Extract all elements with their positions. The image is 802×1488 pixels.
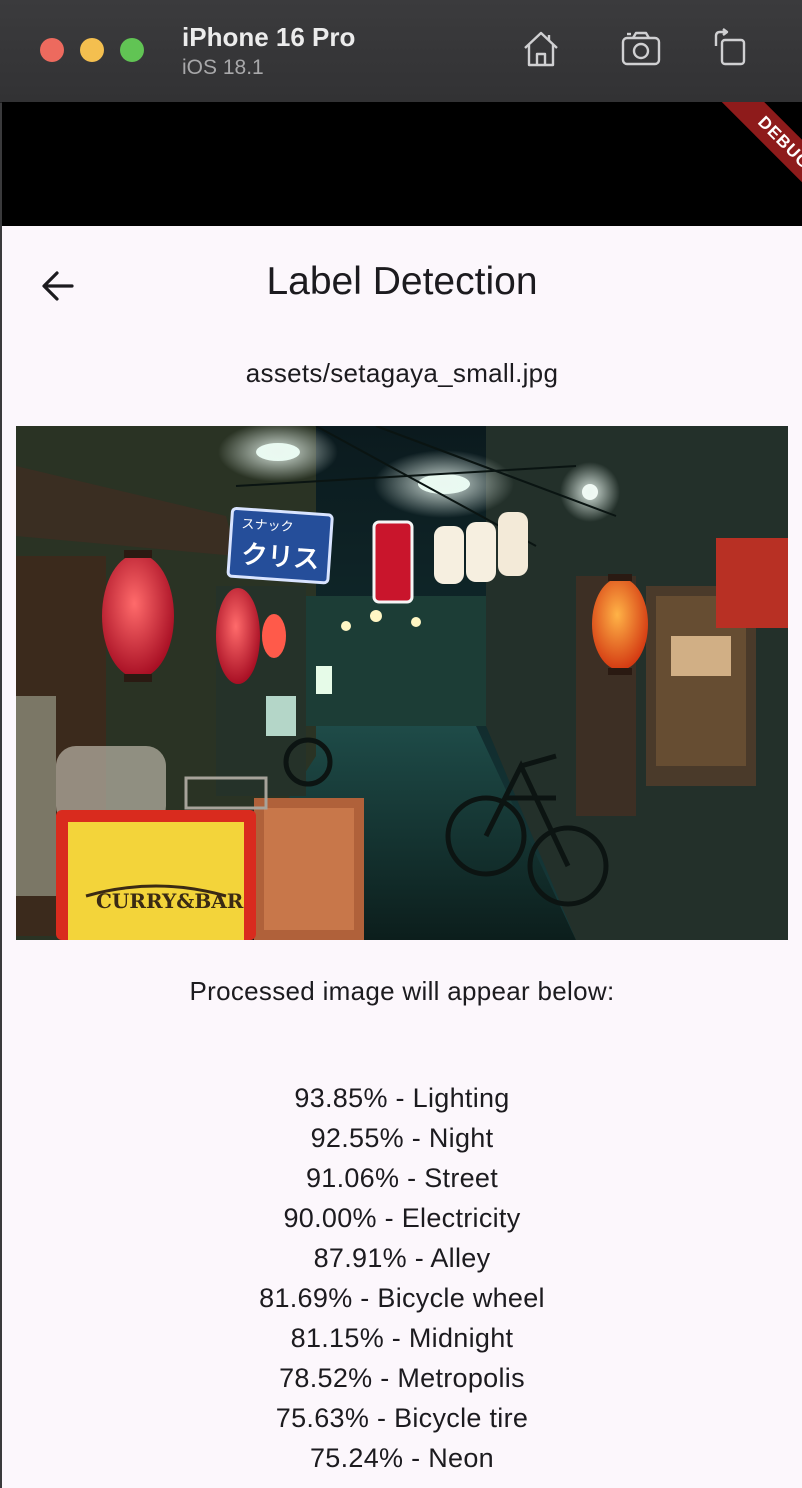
processed-image-label: Processed image will appear below: [189, 976, 615, 1006]
sign-blue-main: クリス [240, 540, 320, 575]
sign-yellow: CURRY&BAR [96, 889, 244, 913]
label-item: 93.85% - Lighting [294, 1083, 510, 1113]
asset-path-text: assets/setagaya_small.jpg [245, 358, 559, 388]
screenshot-icon[interactable] [618, 26, 664, 72]
simulator-titlebar: iPhone 16 Pro iOS 18.1 [0, 0, 802, 103]
debug-ribbon-label: DEBUG [716, 102, 802, 211]
device-screen: DEBUG Label Detection assets/setagaya_sm… [2, 102, 802, 1488]
label-item: 75.24% - Neon [309, 1443, 494, 1473]
zoom-window-button[interactable] [120, 38, 144, 62]
home-icon[interactable] [518, 26, 564, 72]
label-item: 87.91% - Alley [313, 1243, 491, 1273]
page-title: Label Detection [266, 260, 538, 303]
app-bar: Label Detection [2, 226, 802, 344]
os-version: iOS 18.1 [182, 56, 264, 79]
label-item: 81.15% - Midnight [290, 1323, 514, 1353]
close-window-button[interactable] [40, 38, 64, 62]
label-item: 81.69% - Bicycle wheel [259, 1283, 545, 1313]
device-name: iPhone 16 Pro [182, 22, 356, 52]
status-bar [2, 102, 802, 226]
label-item: 91.06% - Street [305, 1163, 499, 1193]
label-item: 78.52% - Metropolis [279, 1363, 525, 1393]
alley-photo: スナック クリス CURRY&BAR [16, 426, 788, 940]
label-item: 75.63% - Bicycle tire [275, 1403, 529, 1433]
label-item: 92.55% - Night [310, 1123, 494, 1153]
label-item: 90.00% - Electricity [283, 1203, 521, 1233]
debug-banner: DEBUG [692, 102, 802, 212]
detected-labels-list: 93.85% - Lighting 92.55% - Night 91.06% … [2, 1078, 802, 1478]
minimize-window-button[interactable] [80, 38, 104, 62]
rotate-icon[interactable] [708, 26, 754, 72]
